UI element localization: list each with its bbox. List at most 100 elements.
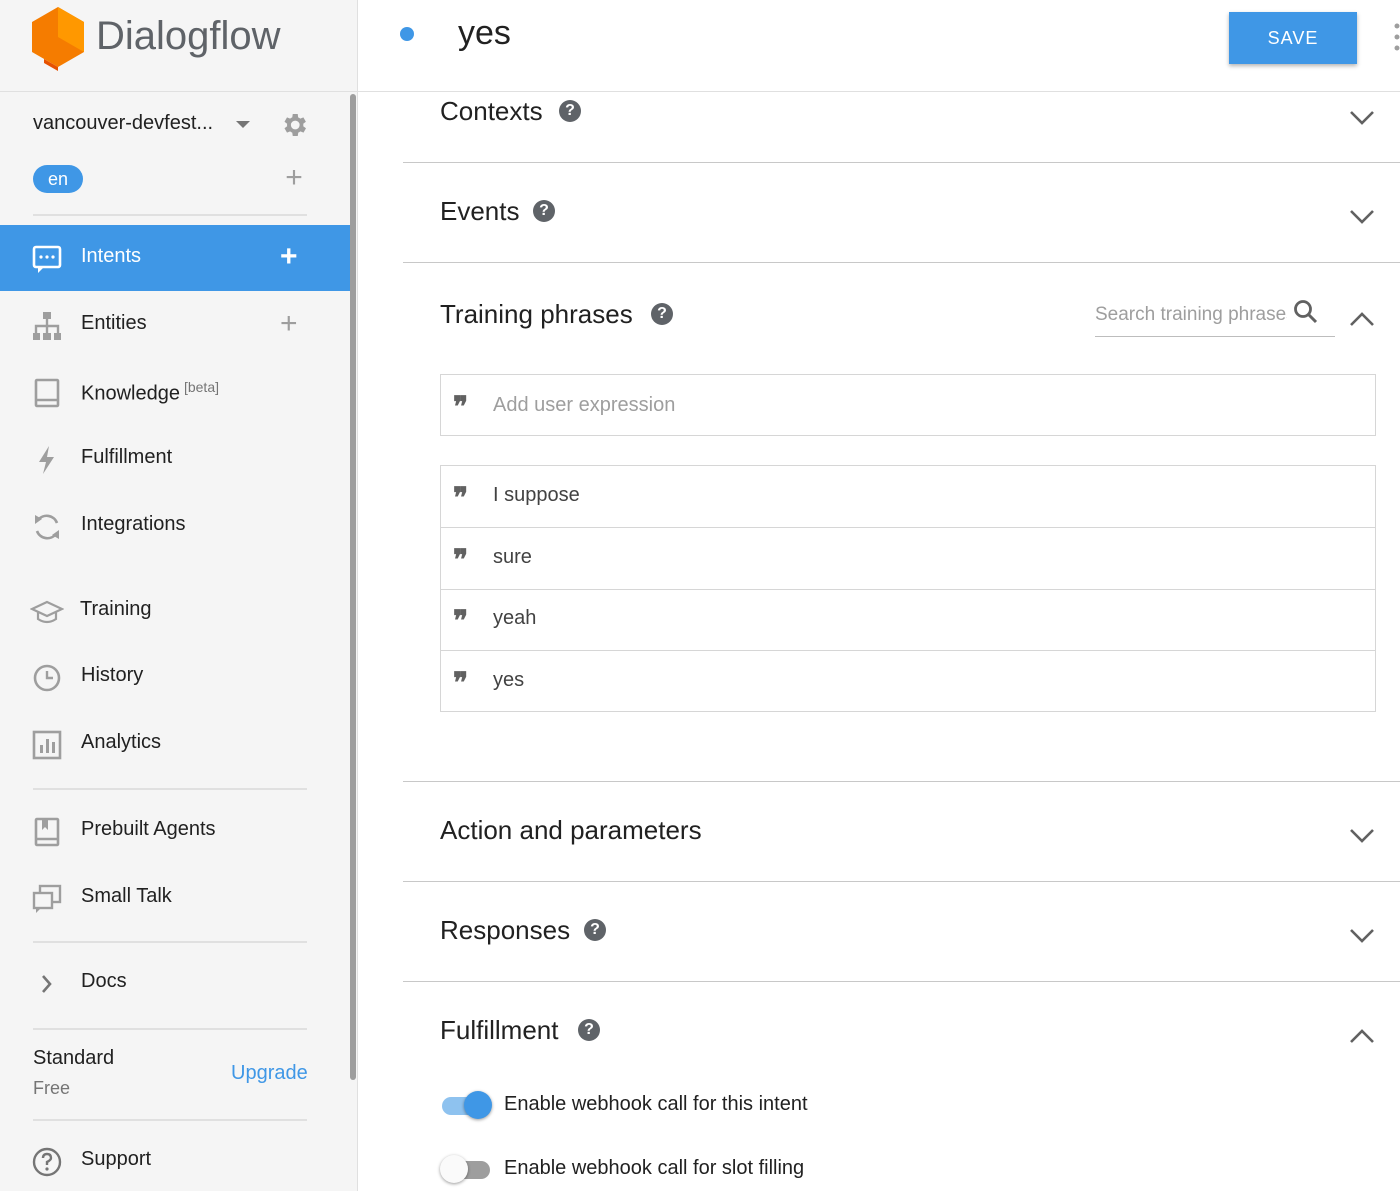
list-item[interactable]: ❞ yeah [441,589,1375,651]
sidebar-item-docs[interactable]: Docs [0,950,350,1016]
chevron-up-icon[interactable] [1349,311,1375,327]
section-responses[interactable]: Responses ? [403,882,1400,982]
sidebar-item-label: Knowledge [81,382,180,405]
training-search [1095,295,1335,337]
help-icon[interactable]: ? [578,1019,600,1041]
sidebar-item-analytics[interactable]: Analytics [0,711,350,777]
sidebar-item-label: Prebuilt Agents [81,818,216,840]
quote-icon: ❞ [453,543,469,576]
sidebar-item-history[interactable]: History [0,644,350,710]
list-item[interactable]: ❞ yes [441,651,1375,713]
sidebar-item-label-wrap: Knowledge [beta] [81,379,219,406]
agent-name: vancouver-devfest... [33,112,214,134]
beta-badge: [beta] [183,379,219,395]
divider [33,1119,307,1121]
intent-name-field[interactable]: yes [458,14,511,53]
help-icon[interactable]: ? [584,919,606,941]
more-vert-icon[interactable] [1394,22,1400,52]
divider [33,788,307,790]
intent-status-dot [400,27,414,41]
training-phrase-list: ❞ I suppose ❞ sure ❞ yeah ❞ yes [440,465,1376,712]
search-icon[interactable] [1293,299,1319,325]
sidebar-item-support[interactable]: Support [0,1128,350,1191]
chevron-down-icon[interactable] [1349,110,1375,126]
sidebar-scrollbar[interactable] [350,94,356,1080]
add-language-button[interactable]: + [282,163,306,193]
chevron-right-icon [42,975,52,993]
help-circle-icon [32,1147,62,1177]
webhook-intent-toggle[interactable] [440,1089,494,1121]
sidebar-item-label: Analytics [81,731,162,753]
clock-icon [33,664,61,692]
quote-icon: ❞ [453,604,469,637]
intent-header: yes SAVE [358,0,1400,92]
sidebar-item-fulfillment[interactable]: Fulfillment [0,426,350,492]
add-intent-button[interactable]: + [280,242,298,272]
webhook-intent-label: Enable webhook call for this intent [504,1093,808,1115]
webhook-slot-toggle[interactable] [440,1153,494,1185]
gear-icon[interactable] [279,110,309,140]
section-title: Responses [440,915,571,945]
list-item[interactable]: ❞ I suppose [441,466,1375,528]
sidebar-item-prebuilt-agents[interactable]: Prebuilt Agents [0,798,350,864]
agent-selector[interactable]: vancouver-devfest... [33,108,313,142]
book-bookmark-icon [34,817,60,847]
help-icon[interactable]: ? [559,100,581,122]
section-title: Training phrases [440,299,633,329]
sync-icon [35,514,59,540]
chevron-down-icon[interactable] [1349,209,1375,225]
chevron-up-icon[interactable] [1349,1028,1375,1044]
chevron-down-icon[interactable] [1349,828,1375,844]
section-contexts[interactable]: Contexts ? [403,92,1400,163]
toggle-knob [440,1155,468,1183]
sidebar-item-small-talk[interactable]: Small Talk [0,865,350,931]
quote-icon: ❞ [453,481,469,514]
training-phrase-text[interactable]: yeah [493,607,536,630]
divider [33,1028,307,1030]
add-user-expression-input[interactable] [493,389,1193,421]
divider [33,941,307,943]
search-training-phrases-input[interactable] [1095,299,1287,331]
sidebar-item-entities[interactable]: Entities + [0,292,350,358]
language-badge[interactable]: en [33,165,83,193]
toggle-knob [464,1091,492,1119]
training-phrase-text[interactable]: I suppose [493,484,580,507]
sidebar-item-label: Support [81,1148,152,1170]
sidebar-item-label: Integrations [81,513,186,535]
add-user-expression[interactable]: ❞ [440,374,1376,436]
dialogflow-logo-icon [32,7,84,71]
webhook-slot-label: Enable webhook call for slot filling [504,1157,805,1179]
sidebar-item-integrations[interactable]: Integrations [0,493,350,559]
save-button[interactable]: SAVE [1229,12,1357,64]
chat-icon [32,245,62,273]
help-icon[interactable]: ? [533,200,555,222]
sidebar-item-label: Small Talk [81,885,172,907]
upgrade-link[interactable]: Upgrade [231,1062,308,1085]
bar-chart-icon [32,730,62,760]
divider [33,214,307,216]
sidebar-item-label: Intents [81,245,142,267]
sidebar-item-label: Fulfillment [81,446,173,468]
list-item[interactable]: ❞ sure [441,528,1375,590]
book-icon [34,378,60,408]
section-action-parameters[interactable]: Action and parameters [403,782,1400,882]
chat-bubbles-icon [32,884,62,913]
quote-icon: ❞ [453,666,469,699]
section-events[interactable]: Events ? [403,163,1400,263]
section-title: Events [440,196,520,226]
help-icon[interactable]: ? [651,303,673,325]
training-phrase-text[interactable]: yes [493,669,524,692]
section-title: Fulfillment [440,1015,559,1045]
sidebar-item-training[interactable]: Training [0,578,350,644]
section-title: Contexts [440,96,543,126]
section-title: Action and parameters [440,815,702,845]
sidebar: Dialogflow vancouver-devfest... en + Int… [0,0,358,1191]
add-entity-button[interactable]: + [280,309,298,339]
chevron-down-icon[interactable] [1349,928,1375,944]
sidebar-item-intents[interactable]: Intents + [0,225,350,291]
training-phrase-text[interactable]: sure [493,546,532,569]
caret-down-icon[interactable] [236,121,250,128]
sidebar-item-knowledge[interactable]: Knowledge [beta] [0,359,350,425]
plan-tier: Free [33,1078,71,1098]
sidebar-item-label: Entities [81,312,147,334]
